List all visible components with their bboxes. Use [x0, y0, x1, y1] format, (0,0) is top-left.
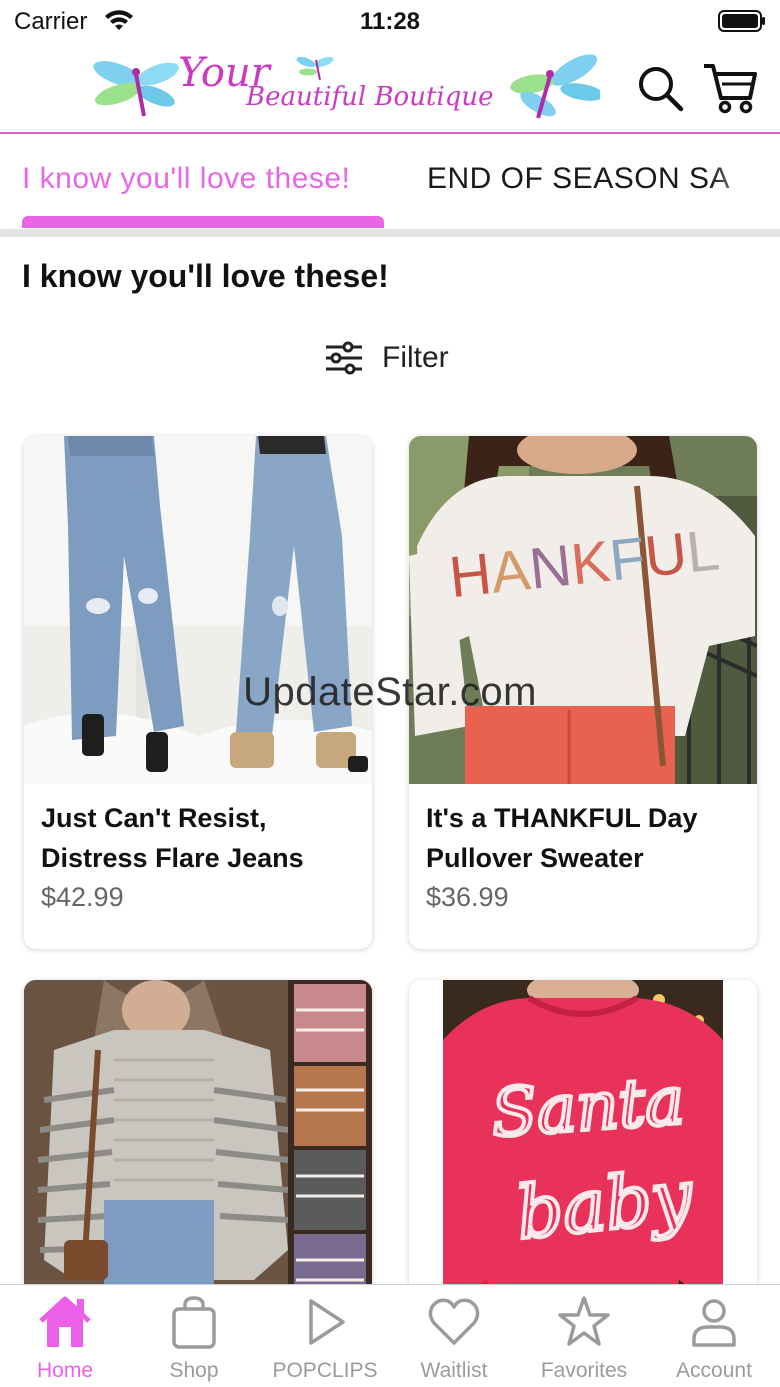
- product-price: $42.99: [41, 882, 124, 912]
- tab-label: Favorites: [540, 1359, 628, 1382]
- shopping-bag-icon: [172, 1296, 216, 1349]
- cart-icon[interactable]: [702, 60, 758, 114]
- tab-favorites[interactable]: Favorites: [524, 1295, 644, 1383]
- filter-button[interactable]: Filter: [324, 336, 449, 380]
- product-name: It's a THANKFUL Day Pullover Sweater: [426, 803, 698, 873]
- page-title: I know you'll love these!: [22, 258, 389, 294]
- tab-popclips[interactable]: POPCLIPS: [265, 1295, 385, 1383]
- status-bar: Carrier 11:28: [0, 0, 780, 44]
- divider: [0, 229, 780, 237]
- tab-active-indicator: [22, 216, 384, 228]
- person-icon: [692, 1299, 736, 1347]
- product-image-thankful-sweater: HANKFUL: [409, 436, 757, 784]
- product-card[interactable]: [24, 980, 372, 1300]
- tab-label: Shop: [169, 1359, 219, 1382]
- product-card[interactable]: Santa baby: [409, 980, 757, 1300]
- bottom-tab-bar: Home Shop POPCLIPS Waitlist Favorites Ac…: [0, 1284, 780, 1387]
- heart-icon: [428, 1298, 480, 1345]
- tab-label: Waitlist: [420, 1359, 488, 1382]
- play-icon: [309, 1299, 345, 1345]
- tab-end-of-season[interactable]: END OF SEASON SA: [427, 162, 730, 196]
- product-price: $36.99: [426, 882, 509, 912]
- logo-text-boutique: Beautiful Boutique: [246, 82, 494, 112]
- app-header: Your Beautiful Boutique: [0, 44, 780, 134]
- boutique-logo[interactable]: Your Beautiful Boutique: [92, 48, 600, 130]
- svg-text:Santa: Santa: [489, 1062, 687, 1152]
- filter-label: Filter: [382, 341, 449, 374]
- tab-love-these[interactable]: I know you'll love these!: [22, 162, 350, 196]
- filter-sliders-icon: [326, 341, 362, 375]
- home-icon: [39, 1296, 91, 1347]
- tab-label: Home: [36, 1359, 94, 1382]
- product-image-santa-baby-sweater: Santa baby: [409, 980, 757, 1300]
- tab-account[interactable]: Account: [654, 1295, 774, 1383]
- battery-icon: [718, 10, 765, 32]
- product-name: Just Can't Resist, Distress Flare Jeans: [41, 803, 304, 873]
- tab-label: Account: [676, 1359, 752, 1382]
- watermark: UpdateStar.com: [243, 670, 537, 714]
- product-image-striped-sweater: [24, 980, 372, 1300]
- category-tabs: I know you'll love these! END OF SEASON …: [0, 136, 780, 230]
- clock: 11:28: [359, 8, 421, 35]
- product-image-jeans: [24, 436, 372, 784]
- tab-home[interactable]: Home: [5, 1295, 125, 1383]
- star-icon: [558, 1296, 610, 1346]
- tab-scroll-fade: [710, 136, 780, 230]
- tab-shop[interactable]: Shop: [134, 1295, 254, 1383]
- tab-waitlist[interactable]: Waitlist: [394, 1295, 514, 1383]
- tab-label: POPCLIPS: [272, 1359, 378, 1382]
- search-icon[interactable]: [636, 64, 684, 112]
